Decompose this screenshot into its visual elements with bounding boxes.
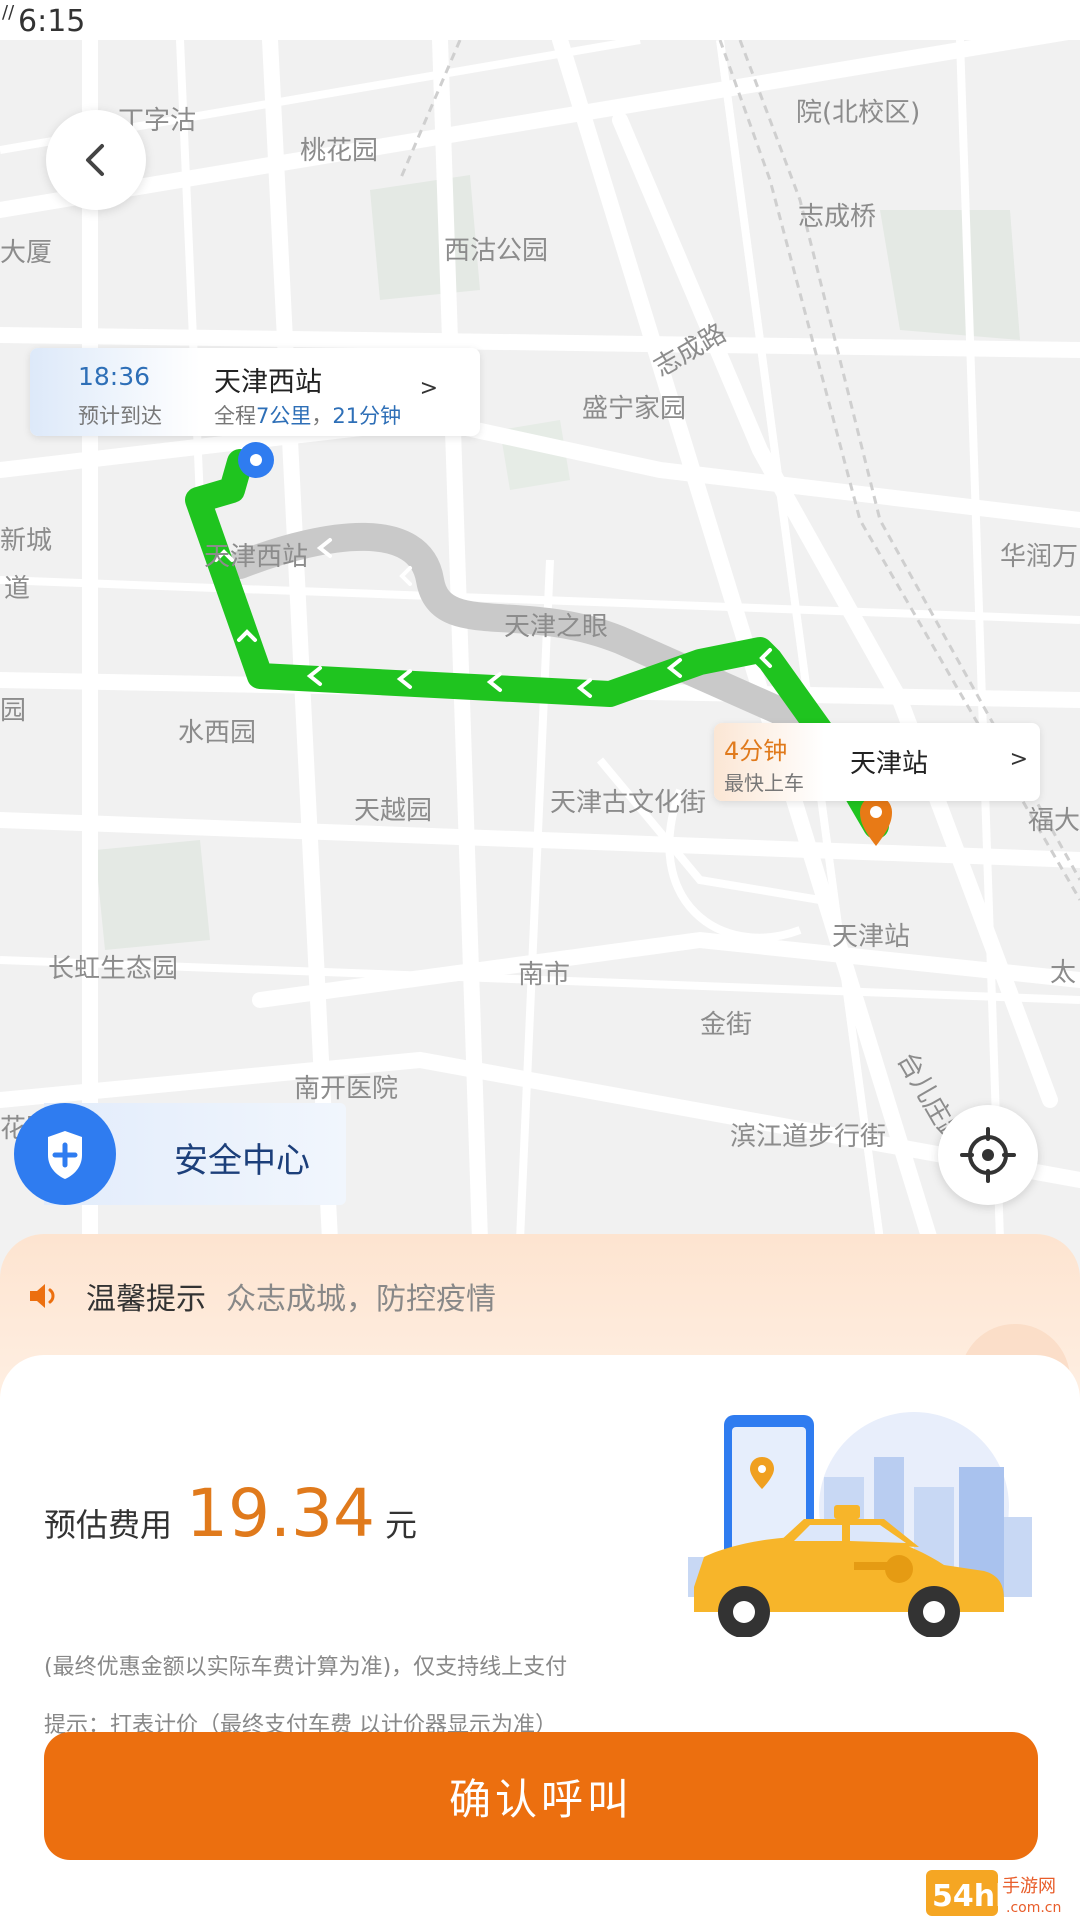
eta-label: 预计到达 (78, 404, 162, 428)
map-label: 西沽公园 (444, 236, 549, 266)
fare-label: 预估费用 (44, 1506, 173, 1544)
map-label: 金街 (700, 1010, 753, 1040)
map-label: 志成桥 (798, 202, 877, 232)
map-label: 福大 (1028, 806, 1080, 836)
destination-name: 天津西站 (214, 367, 322, 398)
speaker-icon (30, 1284, 55, 1308)
taxi-illustration (688, 1412, 1032, 1637)
fare-row: 预估费用 19.34 元 (44, 1475, 417, 1552)
safety-center-button[interactable]: 安全中心 (14, 1103, 346, 1205)
map-view[interactable]: 丁字沽 桃花园 院(北校区) 志成桥 大厦 西沽公园 志成路 盛宁家园 新城 道… (0, 40, 1080, 1240)
map-label: 长虹生态园 (48, 954, 179, 984)
svg-text:.com.cn: .com.cn (1006, 1900, 1061, 1916)
confirm-call-label: 确认呼叫 (448, 1774, 633, 1824)
trip-info-prefix: 全程 (214, 404, 256, 428)
confirm-call-button[interactable]: 确认呼叫 (44, 1732, 1038, 1860)
trip-duration: 21分钟 (332, 404, 402, 428)
locate-crosshair-icon (960, 1127, 1016, 1183)
map-label: 大厦 (0, 238, 53, 268)
map-label: 天津西站 (204, 542, 309, 572)
chevron-left-icon (86, 144, 104, 176)
locate-button[interactable] (938, 1105, 1038, 1205)
trip-info: 全程7公里，21分钟 (214, 400, 401, 430)
map-label: 道 (4, 574, 31, 604)
trip-info-sep: ， (311, 404, 333, 428)
fare-value[interactable]: 19.34 (186, 1475, 375, 1552)
map-label: 园 (0, 696, 27, 726)
status-time: 6:15 (18, 4, 86, 39)
eta-time: 18:36 (78, 362, 151, 391)
map-label: 水西园 (178, 718, 257, 748)
chevron-right-icon: > (419, 376, 438, 401)
pickup-time: 4分钟 (724, 737, 788, 765)
map-label: 华润万 (1000, 542, 1079, 572)
shield-plus-icon (48, 1131, 82, 1179)
map-label: 天津古文化街 (550, 788, 707, 818)
pickup-label: 最快上车 (724, 771, 804, 795)
notice-text: 众志成城，防控疫情 (226, 1282, 496, 1317)
map-label: 新城 (0, 526, 53, 556)
map-label: 天越园 (354, 796, 433, 826)
pickup-card[interactable]: 4分钟 最快上车 天津站 > (714, 723, 1040, 801)
chevron-right-icon: > (1009, 747, 1028, 772)
map-label: 院(北校区) (796, 98, 921, 128)
signal-glyph: // (2, 2, 15, 23)
svg-text:手游网: 手游网 (1002, 1876, 1056, 1897)
notice-row: 温馨提示 众志成城，防控疫情 (28, 1274, 496, 1318)
safety-center-label: 安全中心 (174, 1141, 310, 1181)
watermark-logo: 54hh 手游网 .com.cn (926, 1870, 1061, 1916)
map-label: 太 (1050, 958, 1077, 988)
map-label: 滨江道步行街 (730, 1122, 887, 1152)
fare-unit: 元 (384, 1506, 417, 1544)
trip-distance: 7公里 (256, 404, 312, 428)
map-label: 天津之眼 (504, 612, 609, 642)
status-bar: // 6:15 (0, 0, 1080, 40)
map-label: 盛宁家园 (582, 394, 687, 424)
map-label: 南开医院 (294, 1074, 399, 1104)
map-label: 天津站 (832, 922, 911, 952)
fare-note-discount: (最终优惠金额以实际车费计算为准)，仅支持线上支付 (44, 1655, 568, 1680)
notice-title: 温馨提示 (86, 1282, 206, 1317)
safety-icon-circle (14, 1103, 116, 1205)
map-label: 桃花园 (300, 136, 379, 166)
back-button[interactable] (46, 110, 146, 210)
pickup-name: 天津站 (850, 749, 929, 779)
map-label: 南市 (518, 960, 571, 990)
destination-card[interactable]: 18:36 预计到达 天津西站 全程7公里，21分钟 > (30, 348, 480, 436)
